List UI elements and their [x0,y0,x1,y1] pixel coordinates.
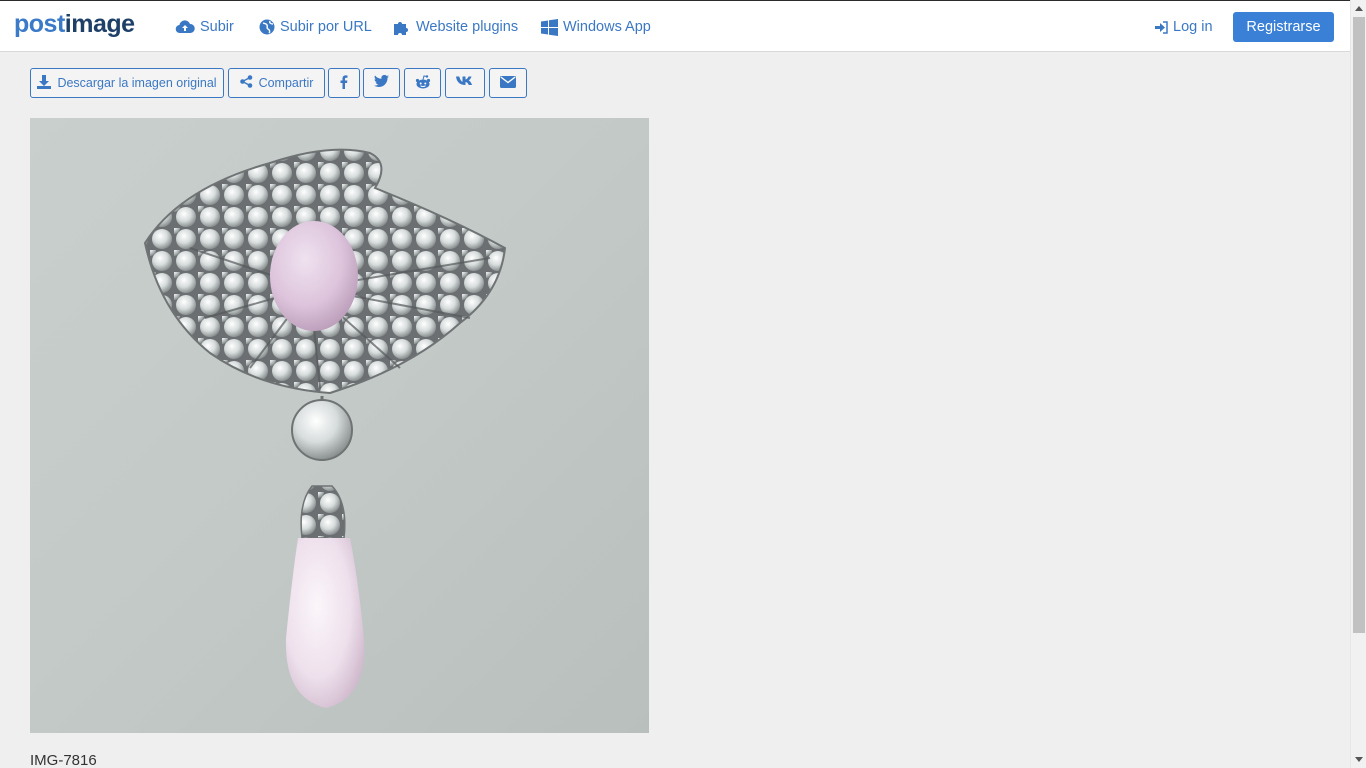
nav-plugins-link[interactable]: Website plugins [393,16,518,38]
image-caption: IMG-7816 [30,752,97,768]
logo-text-image: image [64,10,135,38]
share-email-button[interactable] [489,68,527,98]
globe-icon [259,19,275,35]
twitter-icon [374,74,389,91]
nav-upload-url-label: Subir por URL [280,19,372,35]
nav-upload-link[interactable]: Subir [175,16,234,38]
share-twitter-button[interactable] [363,68,400,98]
register-button[interactable]: Registrarse [1233,12,1334,42]
share-reddit-button[interactable] [404,68,441,98]
scroll-up-arrow-icon[interactable] [1355,6,1363,11]
brooch-photo [30,118,649,733]
share-facebook-button[interactable] [328,68,360,98]
page-scrollbar[interactable] [1350,0,1366,768]
nav-upload-url-link[interactable]: Subir por URL [259,16,372,38]
envelope-icon [500,75,516,91]
facebook-icon [340,74,348,92]
nav-upload-label: Subir [200,19,234,35]
share-icon [239,75,253,91]
share-label: Compartir [258,76,314,90]
top-navbar: postimage Subir Subir por URL Website pl… [0,0,1350,52]
scrollbar-thumb[interactable] [1353,17,1365,633]
share-vk-button[interactable] [445,68,485,98]
vk-icon [456,76,474,90]
download-original-label: Descargar la imagen original [57,76,217,90]
windows-icon [541,18,558,36]
logo-text-post: post [14,10,65,38]
postimage-logo[interactable]: postimage [14,10,135,39]
reddit-icon [415,74,431,92]
share-button[interactable]: Compartir [228,68,325,98]
cloud-upload-icon [175,19,195,35]
download-original-button[interactable]: Descargar la imagen original [30,68,224,98]
puzzle-icon [393,19,411,35]
download-icon [37,74,52,92]
uploaded-image[interactable] [30,118,649,733]
scroll-down-arrow-icon[interactable] [1355,757,1363,762]
nav-plugins-label: Website plugins [416,19,519,35]
nav-windows-app-link[interactable]: Windows App [541,16,651,38]
nav-login-label: Log in [1173,19,1213,35]
nav-windows-app-label: Windows App [563,19,651,35]
nav-login-link[interactable]: Log in [1155,16,1213,38]
sign-in-icon [1155,20,1168,34]
